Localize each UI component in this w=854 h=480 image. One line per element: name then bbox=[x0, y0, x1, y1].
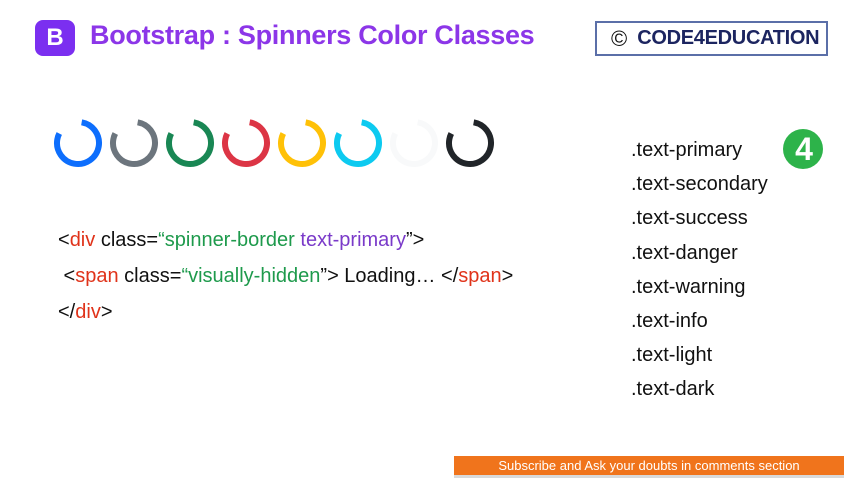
svg-text:4: 4 bbox=[795, 131, 813, 167]
spinner-primary bbox=[54, 119, 102, 167]
class-item: .text-danger bbox=[631, 241, 738, 264]
code-snippet: <div class=“spinner-border text-primary”… bbox=[58, 222, 513, 330]
class-item: .text-info bbox=[631, 310, 708, 333]
class-item: .text-secondary bbox=[631, 173, 768, 196]
class-item: .text-light bbox=[631, 344, 713, 367]
class-item: .text-warning bbox=[631, 275, 746, 298]
code-value: spinner-border bbox=[164, 229, 295, 251]
code-value: visually-hidden bbox=[188, 265, 321, 287]
subscribe-banner: Subscribe and Ask your doubts in comment… bbox=[454, 456, 844, 475]
bootstrap-logo: B bbox=[35, 20, 75, 56]
class-item: .text-dark bbox=[631, 378, 715, 401]
code-token: “ bbox=[158, 229, 165, 251]
spinner-dark bbox=[446, 119, 494, 167]
page-title: Bootstrap : Spinners Color Classes bbox=[90, 20, 535, 50]
spinner-danger bbox=[222, 119, 270, 167]
code-line-1: <div class=“spinner-border text-primary”… bbox=[58, 222, 513, 258]
code-token: ”> Loading… </ bbox=[320, 265, 459, 287]
class-item: .text-success bbox=[631, 207, 748, 230]
code4education-logo-icon: 4 bbox=[783, 129, 823, 169]
code-line-2: <span class=“visually-hidden”> Loading… … bbox=[58, 258, 514, 294]
code-tag: div bbox=[69, 229, 96, 251]
code-tag: span bbox=[458, 265, 502, 287]
code-token: class= bbox=[118, 265, 182, 287]
spinner-secondary bbox=[110, 119, 158, 167]
spinner-row bbox=[53, 118, 495, 168]
code-token: < bbox=[58, 265, 76, 287]
code-token: < bbox=[58, 229, 70, 251]
code-token: > bbox=[100, 301, 113, 323]
code-token: class= bbox=[95, 229, 159, 251]
code-tag: div bbox=[75, 301, 101, 323]
code-token: ”> bbox=[405, 229, 425, 251]
spinner-light bbox=[390, 119, 438, 167]
brand-badge: © CODE4EDUCATION bbox=[595, 21, 828, 56]
copyright-icon: © bbox=[611, 25, 628, 51]
code-token: </ bbox=[58, 301, 76, 323]
code-line-3: </div> bbox=[58, 294, 513, 330]
class-item: .text-primary bbox=[631, 139, 743, 161]
code-tag: span bbox=[75, 265, 119, 287]
code-token: > bbox=[501, 265, 514, 287]
banner-divider bbox=[454, 475, 844, 478]
spinner-success bbox=[166, 119, 214, 167]
brand-name: CODE4EDUCATION bbox=[637, 27, 820, 49]
code-value: text-primary bbox=[300, 229, 406, 251]
spinner-warning bbox=[278, 119, 326, 167]
bootstrap-logo-letter: B bbox=[46, 24, 64, 51]
spinner-info bbox=[334, 119, 382, 167]
class-list: .text-primary .text-secondary .text-succ… bbox=[631, 133, 768, 407]
